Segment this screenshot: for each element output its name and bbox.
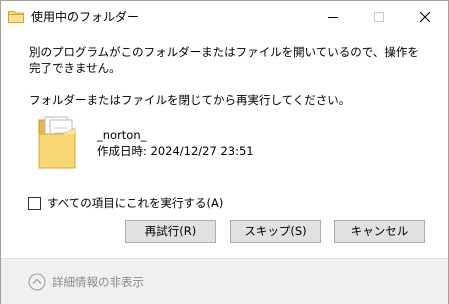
maximize-button[interactable] (356, 1, 402, 32)
footer-panel: 詳細情報の非表示 (1, 258, 448, 304)
item-created-date: 作成日時: 2024/12/27 23:51 (97, 144, 254, 158)
retry-button[interactable]: 再試行(R) (125, 220, 216, 243)
folder-icon (8, 10, 24, 23)
close-button[interactable] (402, 1, 448, 32)
instruction-text: フォルダーまたはファイルを閉じてから再実行してください。 (29, 93, 351, 107)
title-bar[interactable]: 使用中のフォルダー (1, 1, 448, 32)
apply-to-all-checkbox[interactable]: すべての項目にこれを実行する(A) (28, 195, 223, 211)
checkbox-label: すべての項目にこれを実行する(A) (47, 196, 224, 210)
details-label: 詳細情報の非表示 (52, 275, 144, 289)
file-in-use-dialog: 使用中のフォルダー 別のプログラムがこのフォルダーまたはファイルを開いているので… (0, 0, 449, 304)
skip-button[interactable]: スキップ(S) (230, 220, 321, 243)
checkbox-box[interactable] (28, 196, 41, 210)
maximize-icon (374, 11, 384, 22)
minimize-icon (328, 12, 338, 22)
cancel-button[interactable]: キャンセル (334, 220, 425, 243)
close-icon (420, 11, 430, 22)
window-title: 使用中のフォルダー (31, 10, 140, 24)
details-toggle[interactable]: 詳細情報の非表示 (28, 273, 144, 291)
error-message: 別のプログラムがこのフォルダーまたはファイルを開いているので、操作を完了できませ… (29, 45, 419, 75)
chevron-up-icon (28, 273, 46, 291)
minimize-button[interactable] (310, 1, 356, 32)
item-name: _norton_ (97, 128, 147, 142)
folder-icon (37, 114, 79, 172)
